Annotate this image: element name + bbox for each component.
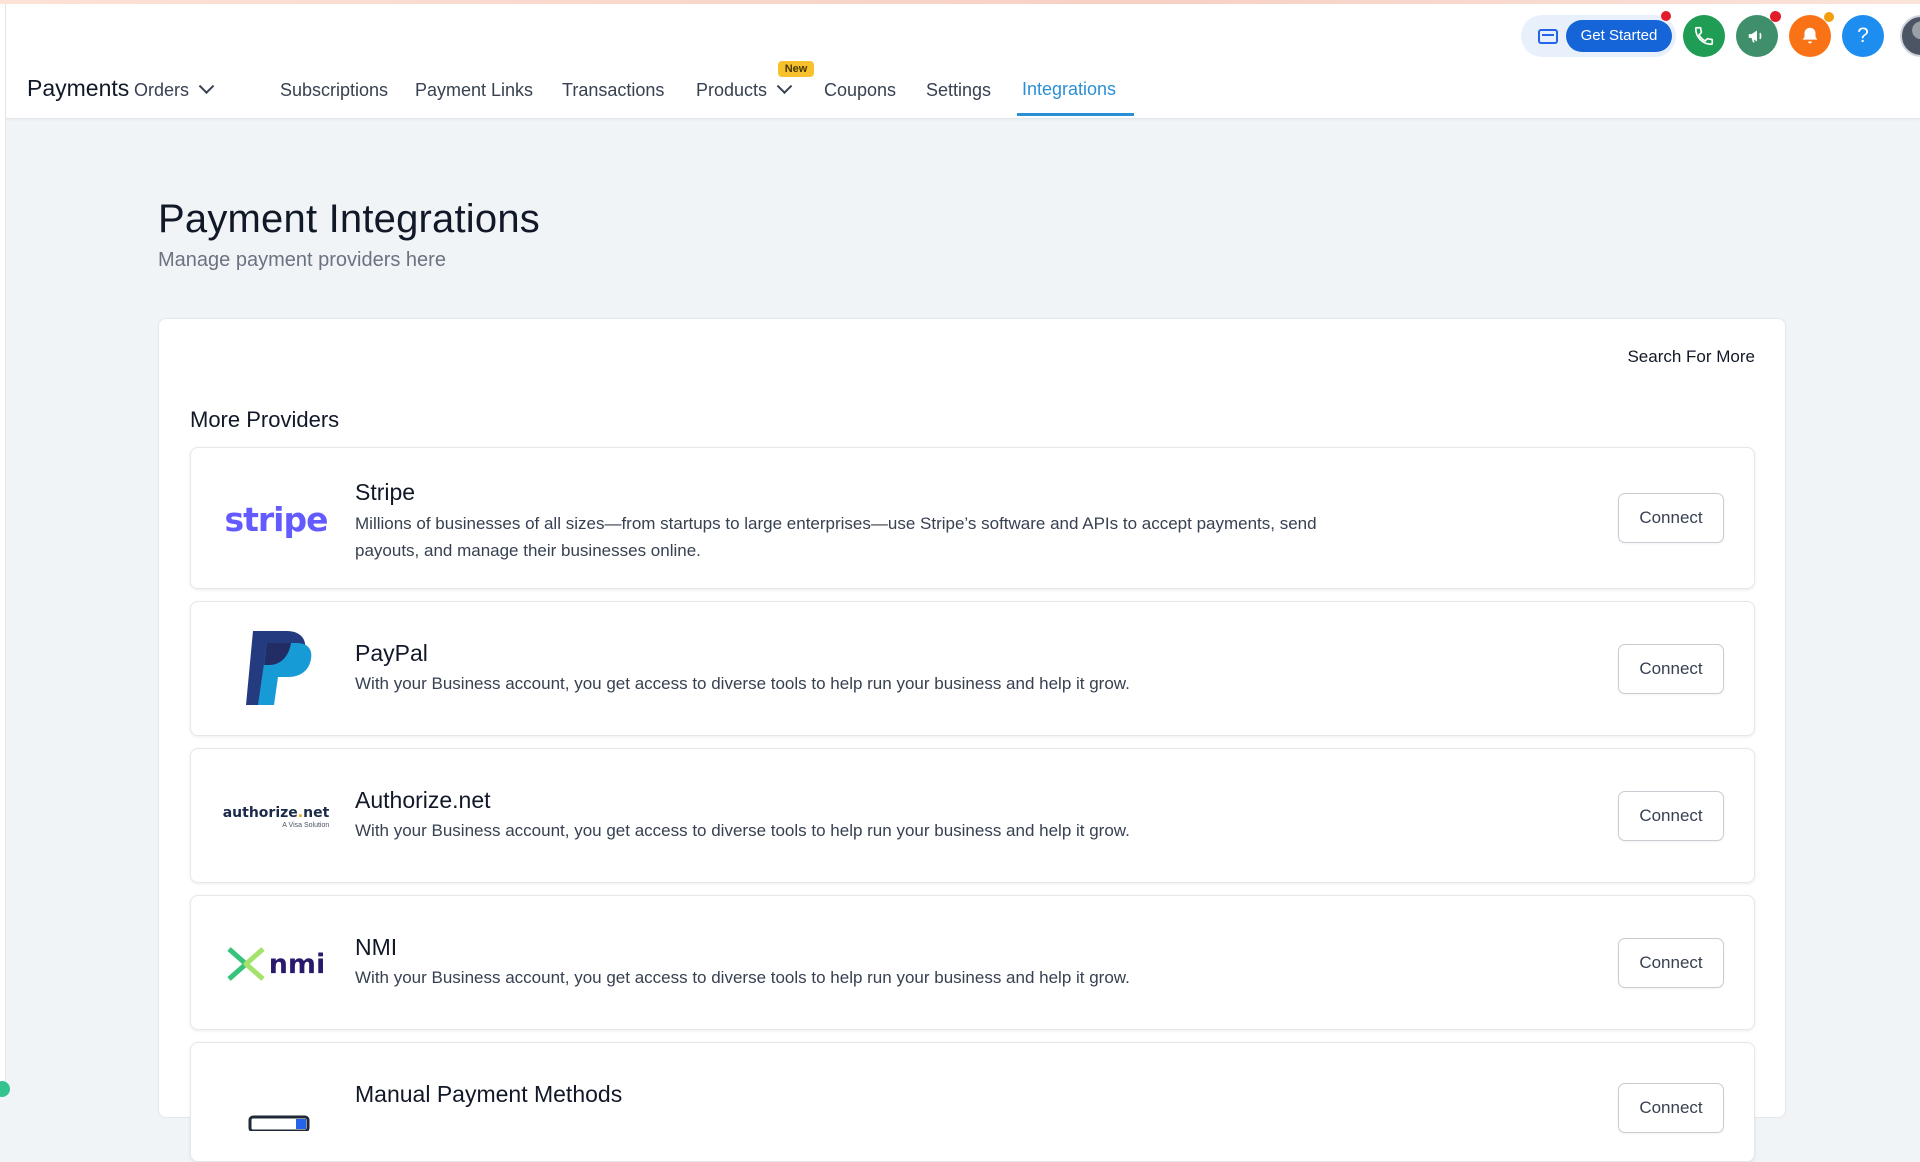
new-badge: New [778, 61, 814, 77]
stripe-logo-text: stripe [224, 499, 328, 539]
phone-icon [1694, 26, 1714, 46]
provider-description: With your Business account, you get acce… [355, 968, 1130, 987]
authorize-net-wordmark: authorize.net A Visa Solution [223, 806, 330, 829]
authorize-net-dot: . [297, 804, 304, 821]
nav-products[interactable]: Products [696, 78, 793, 101]
left-rail [0, 4, 6, 1090]
authorize-net-logo-sub: A Visa Solution [282, 821, 330, 829]
chevron-down-icon [198, 78, 215, 95]
get-started-container: Get Started [1521, 15, 1676, 57]
authorize-net-logo-text: authorize.net [222, 804, 330, 821]
stripe-logo: stripe [221, 479, 331, 559]
bell-icon [1802, 27, 1818, 44]
paypal-logo [221, 628, 331, 708]
nav-products-label: Products [696, 80, 768, 100]
notification-dot [1661, 11, 1671, 21]
megaphone-icon [1748, 30, 1762, 43]
provider-description: With your Business account, you get acce… [355, 821, 1130, 840]
nav-settings[interactable]: Settings [926, 80, 991, 101]
help-button[interactable]: ? [1842, 15, 1884, 57]
provider-name: NMI [355, 934, 398, 960]
nav-orders-label: Orders [134, 80, 190, 100]
notification-dot [1824, 12, 1834, 22]
connect-button-nmi[interactable]: Connect [1618, 938, 1724, 988]
provider-description: With your Business account, you get acce… [355, 674, 1130, 693]
nav-coupons[interactable]: Coupons [824, 80, 896, 101]
provider-card-paypal: PayPal With your Business account, you g… [190, 601, 1755, 736]
status-indicator-icon [0, 1081, 10, 1097]
nav-transactions[interactable]: Transactions [562, 80, 664, 101]
nav-subscriptions[interactable]: Subscriptions [280, 80, 388, 101]
provider-description: Millions of businesses of all sizes—from… [355, 514, 1317, 560]
help-icon: ? [1857, 24, 1869, 47]
section-title: More Providers [190, 407, 340, 432]
page-subtitle: Manage payment providers here [158, 249, 446, 271]
announcements-button[interactable] [1736, 15, 1778, 57]
authorize-net-logo: authorize.net A Visa Solution [221, 777, 331, 857]
providers-card: Search For More More Providers stripe St… [158, 318, 1786, 1162]
provider-name: Authorize.net [355, 787, 491, 813]
connect-button-manual[interactable]: Connect [1618, 1083, 1724, 1133]
connect-button-authorize-net[interactable]: Connect [1618, 791, 1724, 841]
provider-name: Manual Payment Methods [355, 1081, 623, 1107]
nav-payment-links[interactable]: Payment Links [415, 80, 533, 101]
provider-card-stripe: stripe Stripe Millions of businesses of … [190, 447, 1755, 589]
top-header: Payments Orders Subscriptions Payment Li… [6, 4, 1920, 119]
provider-card-nmi: nmi NMI With your Business account, you … [190, 895, 1755, 1030]
active-tab-indicator [1017, 113, 1134, 116]
notification-dot [1770, 11, 1781, 22]
nmi-logo: nmi [221, 924, 331, 1004]
get-started-button[interactable]: Get Started [1566, 20, 1672, 52]
nmi-mark-icon [227, 947, 265, 981]
credit-card-icon [1538, 29, 1558, 44]
connect-button-stripe[interactable]: Connect [1618, 493, 1724, 543]
chevron-down-icon [776, 78, 793, 95]
nmi-logo-text: nmi [268, 948, 326, 980]
paypal-icon [246, 631, 312, 705]
connect-button-paypal[interactable]: Connect [1618, 644, 1724, 694]
page-title: Payment Integrations [158, 197, 540, 241]
nav-integrations[interactable]: Integrations [1022, 79, 1116, 100]
provider-name: Stripe [355, 479, 416, 505]
provider-card-manual: Manual Payment Methods Connect [190, 1042, 1755, 1162]
provider-name: PayPal [355, 640, 428, 666]
manual-payment-logo [221, 1081, 331, 1161]
nav-orders[interactable]: Orders [134, 78, 215, 101]
search-for-more-link[interactable]: Search For More [1627, 347, 1755, 367]
notifications-button[interactable] [1789, 15, 1831, 57]
provider-card-authorize-net: authorize.net A Visa Solution Authorize.… [190, 748, 1755, 883]
phone-button[interactable] [1683, 15, 1725, 57]
manual-payment-icon [248, 1115, 310, 1131]
